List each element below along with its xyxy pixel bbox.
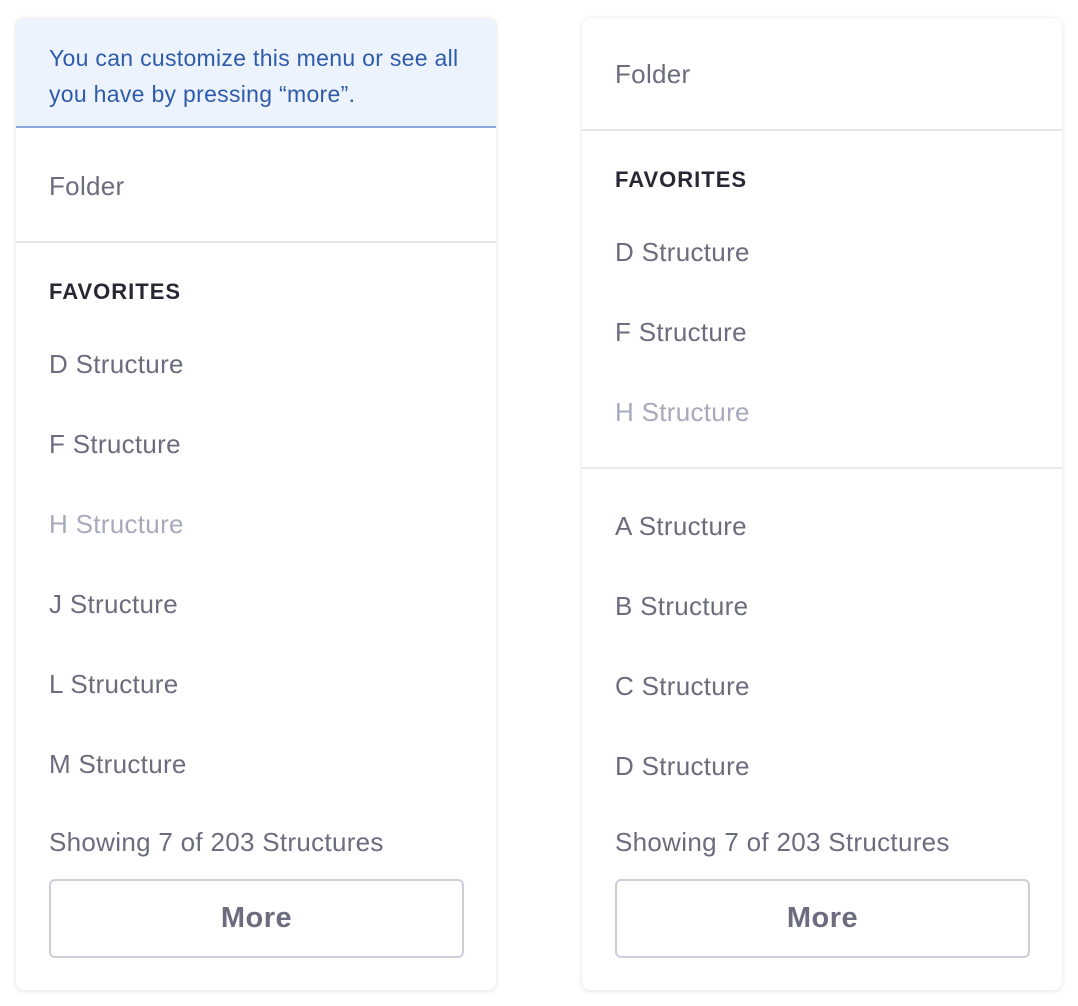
menu-item-folder[interactable]: Folder [49, 170, 125, 202]
menu-item-folder[interactable]: Folder [615, 58, 691, 90]
favorite-item-f-structure[interactable]: F Structure [615, 316, 747, 348]
menu-item-d-structure[interactable]: D Structure [615, 750, 750, 782]
results-count: Showing 7 of 203 Structures [615, 827, 950, 857]
menu-item-h-structure: H Structure [49, 509, 184, 539]
structure-menu-with-info: You can customize this menu or see all y… [16, 18, 496, 990]
menu-item-d-structure[interactable]: D Structure [49, 348, 184, 380]
favorite-item-h-structure: H Structure [615, 397, 750, 427]
menu-item-l-structure[interactable]: L Structure [49, 668, 179, 700]
results-count: Showing 7 of 203 Structures [49, 827, 384, 857]
menu-item-m-structure[interactable]: M Structure [49, 748, 187, 780]
favorites-header: FAVORITES [49, 279, 182, 304]
structure-menu: Folder FAVORITES D Structure F Structure… [582, 18, 1062, 990]
more-button[interactable]: More [49, 879, 464, 958]
menu-item-a-structure[interactable]: A Structure [615, 510, 747, 542]
info-banner: You can customize this menu or see all y… [16, 18, 496, 128]
divider [582, 129, 1062, 131]
menu-item-j-structure[interactable]: J Structure [49, 588, 178, 620]
menu-item-f-structure[interactable]: F Structure [49, 428, 181, 460]
favorites-header: FAVORITES [615, 167, 748, 192]
divider [16, 241, 496, 243]
favorite-item-d-structure[interactable]: D Structure [615, 236, 750, 268]
divider [582, 467, 1062, 469]
menu-item-c-structure[interactable]: C Structure [615, 670, 750, 702]
more-button[interactable]: More [615, 879, 1030, 958]
menu-item-b-structure[interactable]: B Structure [615, 590, 748, 622]
